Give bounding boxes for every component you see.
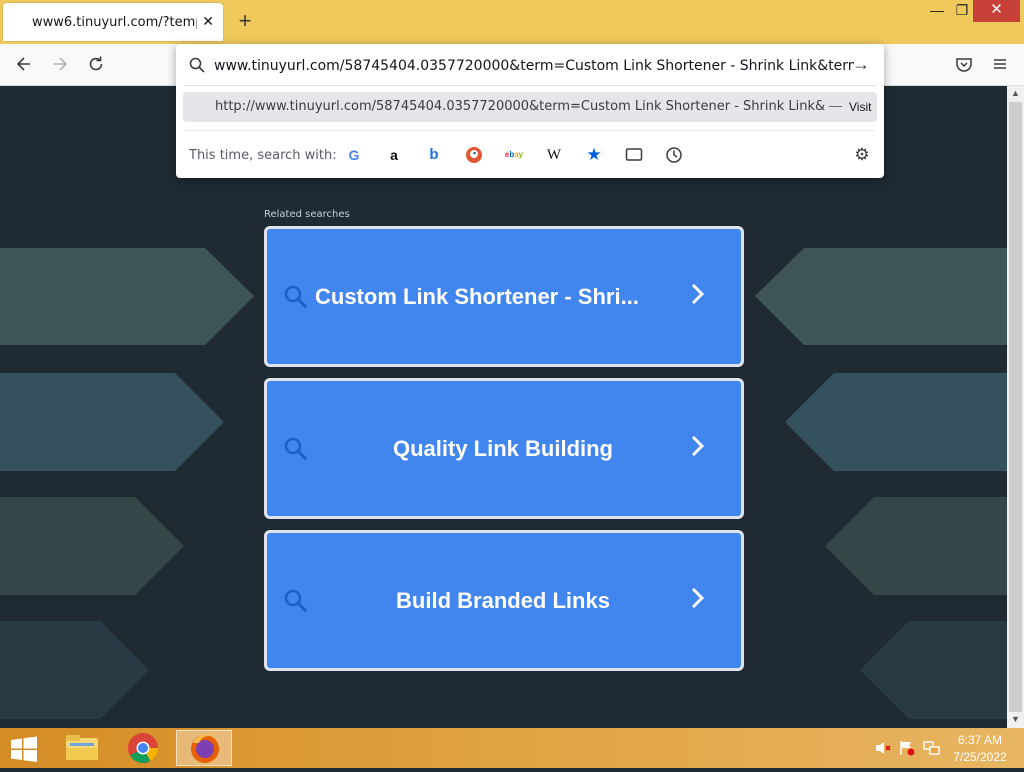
result-label: Custom Link Shortener - Shri... (315, 284, 639, 309)
reload-button[interactable] (84, 54, 108, 76)
divider (184, 85, 876, 86)
suggestion-url: http://www.tinuyurl.com/58745404.0357720… (215, 99, 825, 114)
chrome-taskbar-button[interactable] (115, 730, 171, 766)
pocket-icon (956, 58, 972, 72)
gear-icon[interactable]: ⚙ (850, 144, 874, 166)
bookmarks-icon[interactable]: ★ (582, 144, 606, 166)
result-label: Build Branded Links (396, 588, 610, 613)
app-menu-button[interactable] (988, 54, 1012, 76)
search-icon (284, 285, 308, 309)
windows-start-button[interactable] (8, 736, 40, 762)
url-bar-dropdown: → http://www.tinuyurl.com/58745404.03577… (176, 44, 884, 178)
scroll-down-arrow-icon[interactable]: ▼ (1011, 714, 1020, 724)
volume-muted-icon[interactable] (874, 740, 892, 756)
action-center-flag-icon[interactable] (898, 740, 916, 756)
url-bar[interactable]: → (176, 44, 884, 86)
hamburger-menu-icon (994, 59, 1006, 69)
forward-button[interactable] (48, 54, 72, 76)
file-explorer-taskbar-button[interactable] (54, 730, 110, 766)
suggestion-separator: — (829, 98, 842, 113)
wikipedia-icon[interactable]: W (542, 144, 566, 166)
firefox-icon (191, 734, 219, 763)
related-search-result[interactable]: Quality Link Building (264, 378, 744, 519)
browser-title-bar: www6.tinuyurl.com/?template ✕ + — ❐ ✕ (0, 0, 1024, 44)
scroll-up-arrow-icon[interactable]: ▲ (1011, 88, 1020, 98)
search-icon (284, 437, 308, 461)
web-page: Related searches Custom Link Shortener -… (0, 86, 1007, 728)
folder-icon (66, 735, 98, 760)
related-search-result[interactable]: Build Branded Links (264, 530, 744, 671)
url-input[interactable] (214, 56, 854, 76)
windows-taskbar: 6:37 AM 7/25/2022 (0, 728, 1024, 768)
related-search-result[interactable]: Custom Link Shortener - Shri... (264, 226, 744, 367)
history-icon[interactable] (662, 144, 686, 166)
tabs-icon[interactable] (622, 144, 646, 166)
new-tab-button[interactable]: + (232, 8, 258, 34)
scrollbar-thumb[interactable] (1009, 102, 1022, 712)
back-arrow-icon (16, 57, 30, 71)
chevron-right-icon (691, 435, 705, 457)
clock-date[interactable]: 7/25/2022 (940, 750, 1020, 764)
amazon-icon[interactable]: a (382, 144, 406, 166)
related-searches-label: Related searches (264, 209, 350, 220)
chevron-right-icon (691, 587, 705, 609)
window-close-button[interactable]: ✕ (973, 0, 1020, 22)
ebay-icon[interactable]: ebay (502, 144, 526, 166)
search-icon (189, 57, 205, 73)
duckduckgo-icon[interactable] (462, 144, 486, 166)
back-button[interactable] (12, 54, 36, 76)
forward-arrow-icon (54, 57, 68, 71)
reload-icon (89, 56, 103, 71)
result-label: Quality Link Building (393, 436, 613, 461)
divider (184, 130, 876, 131)
firefox-taskbar-button[interactable] (176, 730, 232, 766)
chrome-icon (128, 733, 158, 764)
search-icon (284, 589, 308, 613)
search-with-label: This time, search with: (189, 148, 337, 163)
google-icon[interactable]: G (342, 144, 366, 166)
browser-tab[interactable]: www6.tinuyurl.com/?template ✕ (3, 3, 223, 41)
url-suggestion[interactable]: http://www.tinuyurl.com/58745404.0357720… (183, 92, 877, 122)
suggestion-action: Visit (849, 100, 872, 114)
tab-close-icon[interactable]: ✕ (202, 13, 214, 30)
network-icon[interactable] (922, 740, 940, 756)
pocket-button[interactable] (952, 54, 976, 76)
bing-icon[interactable]: b (422, 144, 446, 166)
page-scrollbar[interactable]: ▲ ▼ (1007, 86, 1024, 728)
clock-time[interactable]: 6:37 AM (940, 733, 1020, 747)
tab-title: www6.tinuyurl.com/?template (32, 14, 197, 30)
chevron-right-icon (691, 283, 705, 305)
go-arrow-icon[interactable]: → (852, 54, 870, 75)
